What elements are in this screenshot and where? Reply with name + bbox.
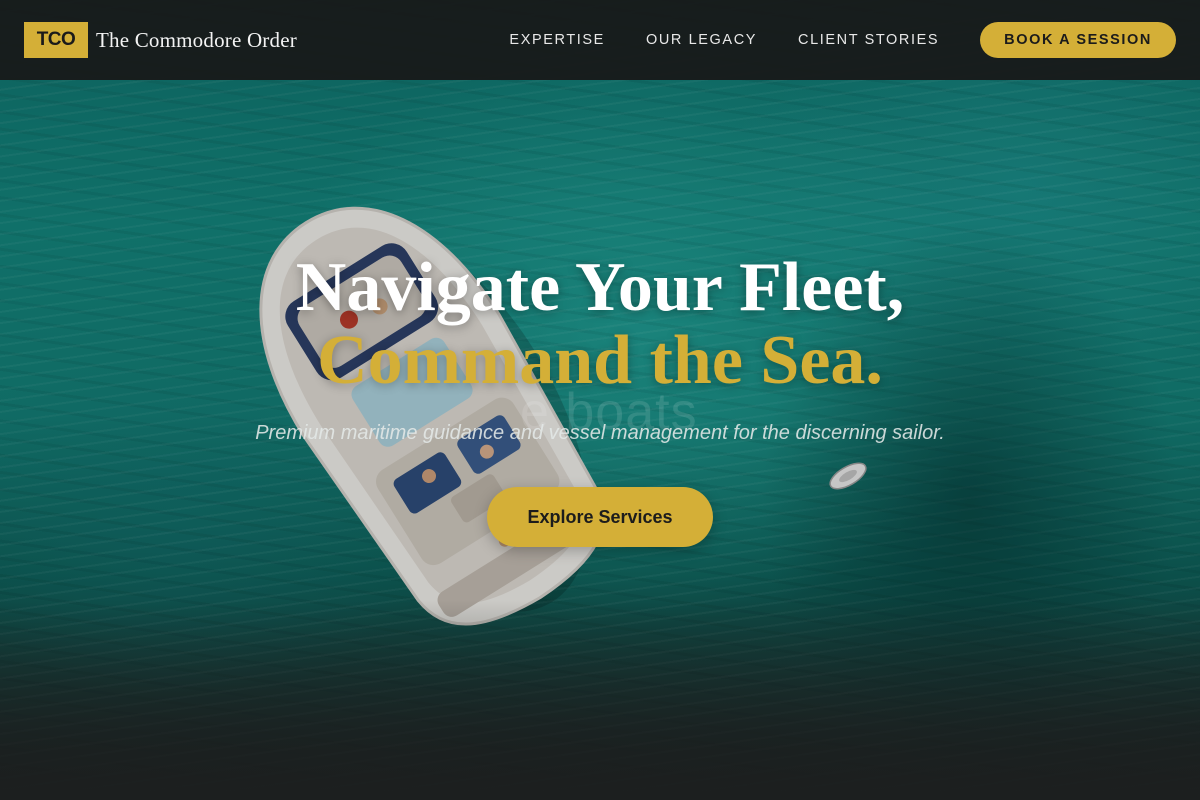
hero-subheadline: Premium maritime guidance and vessel man… xyxy=(255,422,945,444)
hero-headline-line1: Navigate Your Fleet, xyxy=(295,249,905,326)
explore-services-button[interactable]: Explore Services xyxy=(487,487,713,547)
brand[interactable]: TCO The Commodore Order xyxy=(24,22,297,58)
top-navigation: TCO The Commodore Order EXPERTISE OUR LE… xyxy=(0,0,1200,80)
nav-link-client-stories[interactable]: CLIENT STORIES xyxy=(798,32,939,48)
brand-name[interactable]: The Commodore Order xyxy=(96,28,297,53)
hero-bottom-fade xyxy=(0,600,1200,800)
nav-links: EXPERTISE OUR LEGACY CLIENT STORIES BOOK… xyxy=(509,22,1176,58)
nav-link-expertise[interactable]: EXPERTISE xyxy=(509,32,605,48)
nav-link-our-legacy[interactable]: OUR LEGACY xyxy=(646,32,757,48)
book-session-button[interactable]: BOOK A SESSION xyxy=(980,22,1176,58)
logo-badge[interactable]: TCO xyxy=(24,22,88,58)
hero-headline-line2: Command the Sea. xyxy=(317,322,883,399)
hero-content: Navigate Your Fleet, Command the Sea. Pr… xyxy=(0,250,1200,547)
